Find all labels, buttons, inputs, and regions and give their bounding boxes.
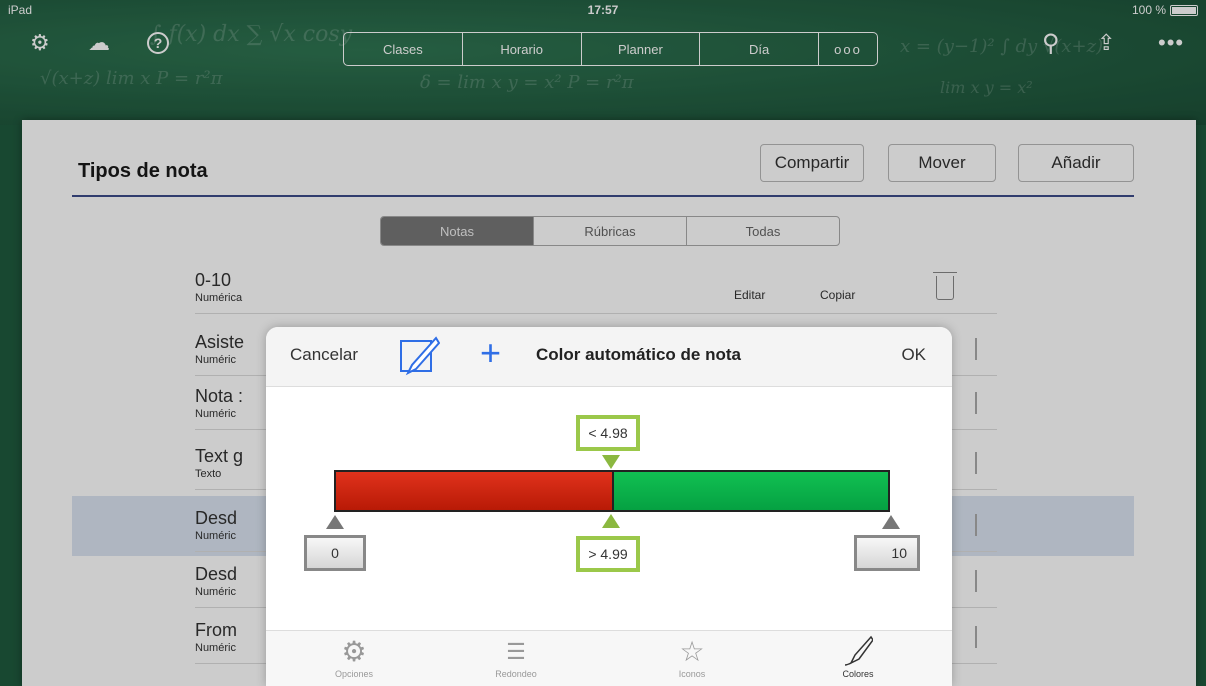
- upper-threshold-label[interactable]: < 4.98: [576, 415, 640, 451]
- ok-button[interactable]: OK: [901, 345, 926, 365]
- min-value-label[interactable]: 0: [304, 535, 366, 571]
- threshold-pointer-icon: [602, 455, 620, 469]
- high-color-segment[interactable]: [612, 470, 890, 512]
- popover-header: Cancelar + Color automático de nota OK: [266, 327, 952, 387]
- add-icon[interactable]: +: [480, 335, 501, 371]
- edit-brush-icon[interactable]: [398, 335, 441, 382]
- tab-colors[interactable]: Colores: [818, 635, 898, 679]
- rounding-icon: ☰: [506, 639, 526, 664]
- max-value-label[interactable]: 10: [854, 535, 920, 571]
- brush-icon: [818, 635, 898, 669]
- min-pointer-icon: [326, 515, 344, 529]
- star-icon: ☆: [679, 636, 705, 667]
- cancel-button[interactable]: Cancelar: [290, 345, 358, 365]
- tab-icons[interactable]: ☆ Iconos: [652, 635, 732, 679]
- popover-title: Color automático de nota: [536, 345, 741, 364]
- lower-threshold-label[interactable]: > 4.99: [576, 536, 640, 572]
- tab-label: Colores: [842, 669, 874, 679]
- tab-label: Opciones: [334, 669, 374, 679]
- tab-rounding[interactable]: ☰ Redondeo: [476, 635, 556, 679]
- max-pointer-icon: [882, 515, 900, 529]
- tab-options[interactable]: ⚙ Opciones: [314, 635, 394, 679]
- tab-label: Redondeo: [495, 669, 537, 679]
- popover-tab-bar: ⚙ Opciones ☰ Redondeo ☆ Iconos Colores: [266, 630, 952, 686]
- gear-icon: ⚙: [341, 636, 367, 667]
- low-color-segment[interactable]: [334, 470, 612, 512]
- threshold-pointer-icon: [602, 514, 620, 528]
- auto-color-popover: Cancelar + Color automático de nota OK <…: [266, 327, 952, 686]
- tab-label: Iconos: [678, 669, 706, 679]
